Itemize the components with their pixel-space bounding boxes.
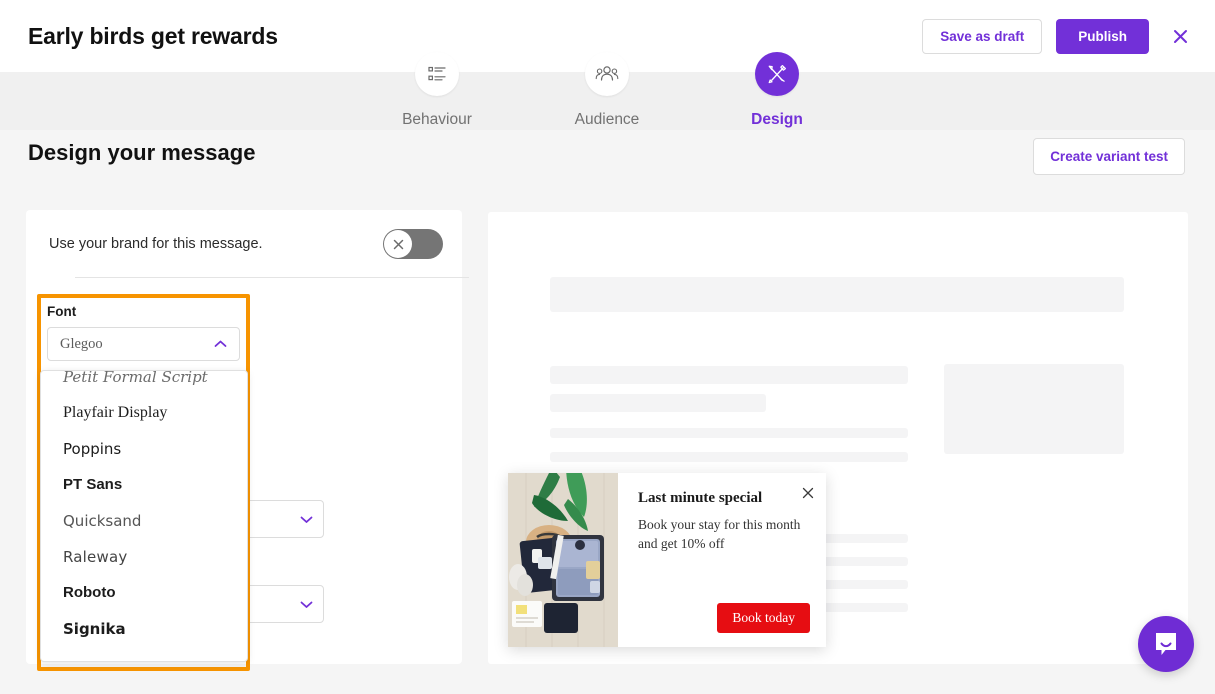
brand-toggle-row: Use your brand for this message.: [49, 220, 443, 268]
save-as-draft-button[interactable]: Save as draft: [922, 18, 1043, 54]
section-title: Design your message: [28, 140, 256, 165]
font-setting-group: Font Glegoo: [47, 304, 240, 361]
close-campaign-button[interactable]: [1167, 23, 1193, 49]
skeleton-hero: [550, 277, 1124, 312]
step-navigation: Behaviour Audience Design: [0, 52, 1215, 130]
close-icon: [802, 487, 814, 499]
chevron-down-icon: [300, 597, 313, 612]
publish-button[interactable]: Publish: [1056, 18, 1149, 54]
step-design-label: Design: [751, 111, 803, 128]
create-variant-test-button[interactable]: Create variant test: [1033, 138, 1185, 175]
section-header: Design your message Create variant test: [0, 130, 1215, 192]
message-card-close-button[interactable]: [800, 485, 816, 501]
font-select[interactable]: Glegoo: [47, 327, 240, 361]
toggle-knob: [384, 230, 412, 258]
font-option-roboto[interactable]: Roboto: [41, 575, 247, 611]
page-title: Early birds get rewards: [28, 22, 278, 49]
skeleton-line: [550, 394, 766, 412]
font-option-pt-sans[interactable]: PT Sans: [41, 467, 247, 503]
font-option-petit-formal-script[interactable]: Petit Formal Script: [41, 371, 247, 395]
skeleton-image-block: [944, 364, 1124, 454]
font-option-raleway[interactable]: Raleway: [41, 539, 247, 575]
step-behaviour-label: Behaviour: [402, 111, 472, 128]
step-behaviour[interactable]: Behaviour: [347, 52, 527, 129]
step-audience[interactable]: Audience: [517, 52, 697, 129]
brand-toggle-label: Use your brand for this message.: [49, 236, 263, 252]
panel-divider: [75, 277, 469, 278]
step-design-circle: [755, 52, 799, 96]
step-design[interactable]: Design: [687, 52, 867, 129]
chevron-up-icon: [214, 335, 227, 353]
message-card-title: Last minute special: [638, 490, 763, 506]
design-tools-icon: [768, 65, 786, 84]
campaign-designer-app: Early birds get rewards Save as draft Pu…: [0, 0, 1215, 694]
chat-bubble-icon: [1156, 633, 1176, 655]
font-label: Font: [47, 304, 77, 319]
step-behaviour-circle: [415, 52, 459, 96]
chevron-down-icon: [300, 512, 313, 527]
topbar-actions: Save as draft Publish: [922, 18, 1193, 54]
message-card-image: [508, 473, 618, 647]
font-options-list: Petit Formal Script Playfair Display Pop…: [41, 371, 247, 657]
font-select-value: Glegoo: [60, 335, 103, 352]
skeleton-line: [550, 428, 908, 438]
step-audience-circle: [585, 52, 629, 96]
close-icon: [1173, 29, 1187, 43]
skeleton-line: [550, 452, 908, 462]
step-audience-label: Audience: [574, 111, 640, 128]
font-option-quicksand[interactable]: Quicksand: [41, 503, 247, 539]
message-card-cta-button[interactable]: Book today: [717, 603, 810, 633]
list-icon: [428, 66, 446, 81]
open-suitcase-photo: [508, 473, 618, 647]
people-icon: [595, 66, 619, 81]
font-option-poppins[interactable]: Poppins: [41, 431, 247, 467]
font-dropdown-menu[interactable]: Petit Formal Script Playfair Display Pop…: [40, 370, 248, 662]
message-preview-card: Last minute special Book your stay for t…: [508, 473, 826, 647]
message-card-body: Last minute special Book your stay for t…: [618, 473, 826, 647]
intercom-launcher-button[interactable]: [1138, 616, 1194, 672]
font-option-signika[interactable]: Signika: [41, 611, 247, 647]
skeleton-line: [550, 366, 908, 384]
font-option-playfair-display[interactable]: Playfair Display: [41, 395, 247, 431]
close-icon: [393, 239, 403, 249]
use-brand-toggle[interactable]: [383, 229, 443, 259]
message-card-text: Book your stay for this month and get 10…: [638, 517, 801, 551]
